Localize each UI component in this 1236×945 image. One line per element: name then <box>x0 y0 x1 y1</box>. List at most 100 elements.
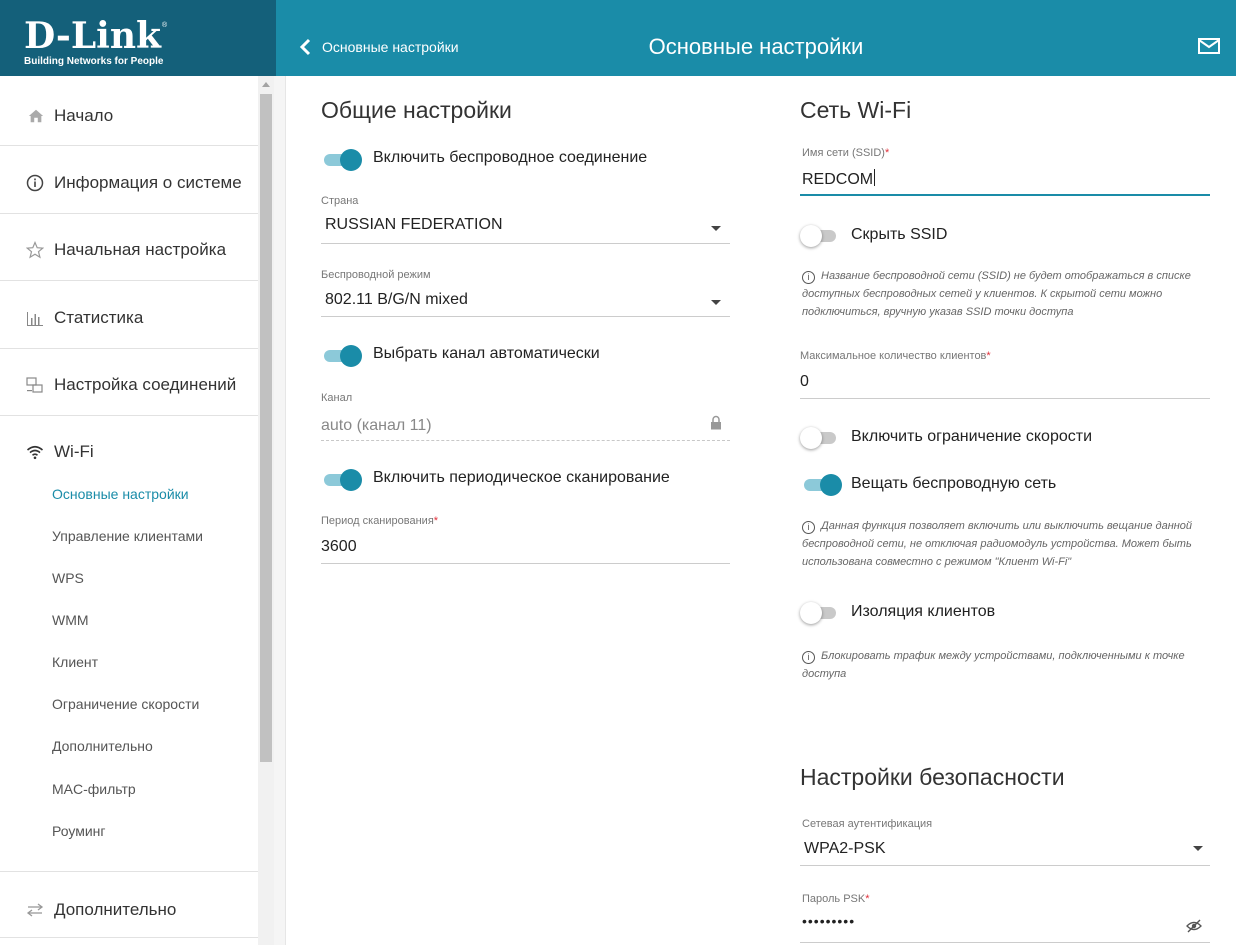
psk-label-text: Пароль PSK <box>802 893 866 905</box>
country-select[interactable]: RUSSIAN FEDERATION <box>325 216 503 234</box>
chevron-down-icon[interactable] <box>711 226 721 231</box>
sidebar-subitem-speed-limit[interactable]: Ограничение скорости <box>52 696 199 712</box>
periodic-scan-toggle[interactable] <box>322 467 362 491</box>
field-underline <box>800 398 1210 399</box>
hint-text: Блокировать трафик между устройствами, п… <box>802 650 1185 680</box>
periodic-scan-label: Включить периодическое сканирование <box>373 469 670 486</box>
hint-text: Название беспроводной сети (SSID) не буд… <box>802 270 1191 318</box>
channel-value: auto (канал 11) <box>321 417 432 434</box>
hint-text: Данная функция позволяет включить или вы… <box>802 520 1193 568</box>
channel-label: Канал <box>321 392 353 404</box>
divider <box>0 415 258 416</box>
max-clients-input[interactable]: 0 <box>800 373 809 391</box>
required-mark: * <box>433 515 439 527</box>
divider <box>0 871 258 872</box>
sidebar-item-label: Дополнительно <box>54 900 177 919</box>
wireless-mode-label: Беспроводной режим <box>321 269 431 281</box>
field-underline-active <box>800 194 1210 196</box>
sidebar-subitem-roaming[interactable]: Роуминг <box>52 823 105 839</box>
toggle-knob <box>340 345 362 367</box>
auto-channel-toggle[interactable] <box>322 343 362 367</box>
divider <box>0 937 258 938</box>
logo-registered-mark: ® <box>162 22 168 29</box>
scan-period-label: Период сканирования* <box>321 515 438 527</box>
client-isolation-label: Изоляция клиентов <box>851 603 996 620</box>
ssid-label-text: Имя сети (SSID) <box>802 147 885 159</box>
sidebar-item-connections[interactable]: Настройка соединений <box>0 373 258 397</box>
enable-wireless-toggle[interactable] <box>322 147 362 171</box>
logo-tagline: Building Networks for People <box>24 56 164 67</box>
max-clients-label: Максимальное количество клиентов* <box>800 350 991 362</box>
bar-chart-icon <box>27 312 43 326</box>
divider <box>0 280 258 281</box>
eye-off-icon[interactable] <box>1186 919 1202 933</box>
sidebar-item-label: Начальная настройка <box>54 240 227 259</box>
scroll-up-arrow-icon[interactable] <box>262 82 270 87</box>
top-bar: Основные настройки Основные настройки <box>276 0 1236 76</box>
sidebar-item-statistics[interactable]: Статистика <box>0 306 258 330</box>
sidebar-item-label: Статистика <box>54 308 144 327</box>
content-divider <box>274 76 286 945</box>
sidebar-subitem-wmm[interactable]: WMM <box>52 612 89 628</box>
divider <box>0 213 258 214</box>
section-title-security: Настройки безопасности <box>800 764 1065 790</box>
auto-channel-label: Выбрать канал автоматически <box>373 345 600 362</box>
sidebar-item-label: Настройка соединений <box>54 375 237 394</box>
sidebar: Начало Информация о системе Начальная на… <box>0 76 258 945</box>
sidebar-item-system-info[interactable]: Информация о системе <box>0 171 258 195</box>
sidebar-subitem-mac-filter[interactable]: MAC-фильтр <box>52 781 136 797</box>
section-title-general: Общие настройки <box>321 97 512 123</box>
hide-ssid-label: Скрыть SSID <box>851 226 948 243</box>
psk-input[interactable]: ••••••••• <box>802 913 855 929</box>
wifi-icon <box>26 445 44 460</box>
logo[interactable]: D-Link ® Building Networks for People <box>0 0 276 76</box>
client-isolation-toggle[interactable] <box>800 600 840 624</box>
scan-period-input[interactable]: 3600 <box>321 538 357 556</box>
speed-limit-toggle[interactable] <box>800 425 840 449</box>
info-icon: i <box>802 271 815 284</box>
sidebar-subitem-client[interactable]: Клиент <box>52 654 98 670</box>
sidebar-subitem-wps[interactable]: WPS <box>52 570 84 586</box>
client-isolation-hint: i Блокировать трафик между устройствами, … <box>802 647 1217 683</box>
ssid-input[interactable]: REDCOM <box>802 169 876 189</box>
sidebar-item-label: Информация о системе <box>54 173 242 192</box>
broadcast-toggle[interactable] <box>802 472 842 496</box>
ssid-input-value: REDCOM <box>802 171 874 188</box>
toggle-knob <box>800 225 822 247</box>
sidebar-item-label: Wi-Fi <box>54 442 94 461</box>
envelope-icon[interactable] <box>1198 38 1220 54</box>
toggle-knob <box>340 149 362 171</box>
chevron-down-icon[interactable] <box>1193 846 1203 851</box>
required-mark: * <box>986 350 991 362</box>
toggle-knob <box>800 602 822 624</box>
ssid-label: Имя сети (SSID)* <box>802 147 889 159</box>
divider <box>0 348 258 349</box>
sidebar-subitem-advanced[interactable]: Дополнительно <box>52 738 153 754</box>
info-icon <box>26 174 44 192</box>
lock-icon <box>711 415 721 430</box>
field-underline <box>321 243 730 244</box>
text-cursor <box>874 169 876 186</box>
arrows-icon <box>26 903 44 917</box>
toggle-knob <box>340 469 362 491</box>
sidebar-item-label: Начало <box>54 106 114 125</box>
sidebar-scrollbar[interactable] <box>258 76 274 945</box>
hide-ssid-toggle[interactable] <box>800 223 840 247</box>
sidebar-subitem-client-management[interactable]: Управление клиентами <box>52 528 203 544</box>
scrollbar-thumb[interactable] <box>260 94 272 762</box>
wireless-mode-select[interactable]: 802.11 B/G/N mixed <box>325 291 468 309</box>
network-icon <box>26 377 43 393</box>
sidebar-subitem-basic-settings[interactable]: Основные настройки <box>52 486 189 502</box>
psk-label: Пароль PSK* <box>802 893 870 905</box>
sidebar-item-initial-setup[interactable]: Начальная настройка <box>0 238 258 262</box>
sidebar-item-home[interactable]: Начало <box>0 104 258 128</box>
auth-select[interactable]: WPA2-PSK <box>804 840 886 858</box>
sidebar-item-advanced[interactable]: Дополнительно <box>0 898 258 922</box>
required-mark: * <box>884 147 890 159</box>
info-icon: i <box>802 521 815 534</box>
page-title: Основные настройки <box>648 34 864 59</box>
scan-period-label-text: Период сканирования <box>321 515 434 527</box>
sidebar-item-wifi[interactable]: Wi-Fi <box>0 440 258 464</box>
field-underline <box>321 316 730 317</box>
chevron-down-icon[interactable] <box>711 300 721 305</box>
